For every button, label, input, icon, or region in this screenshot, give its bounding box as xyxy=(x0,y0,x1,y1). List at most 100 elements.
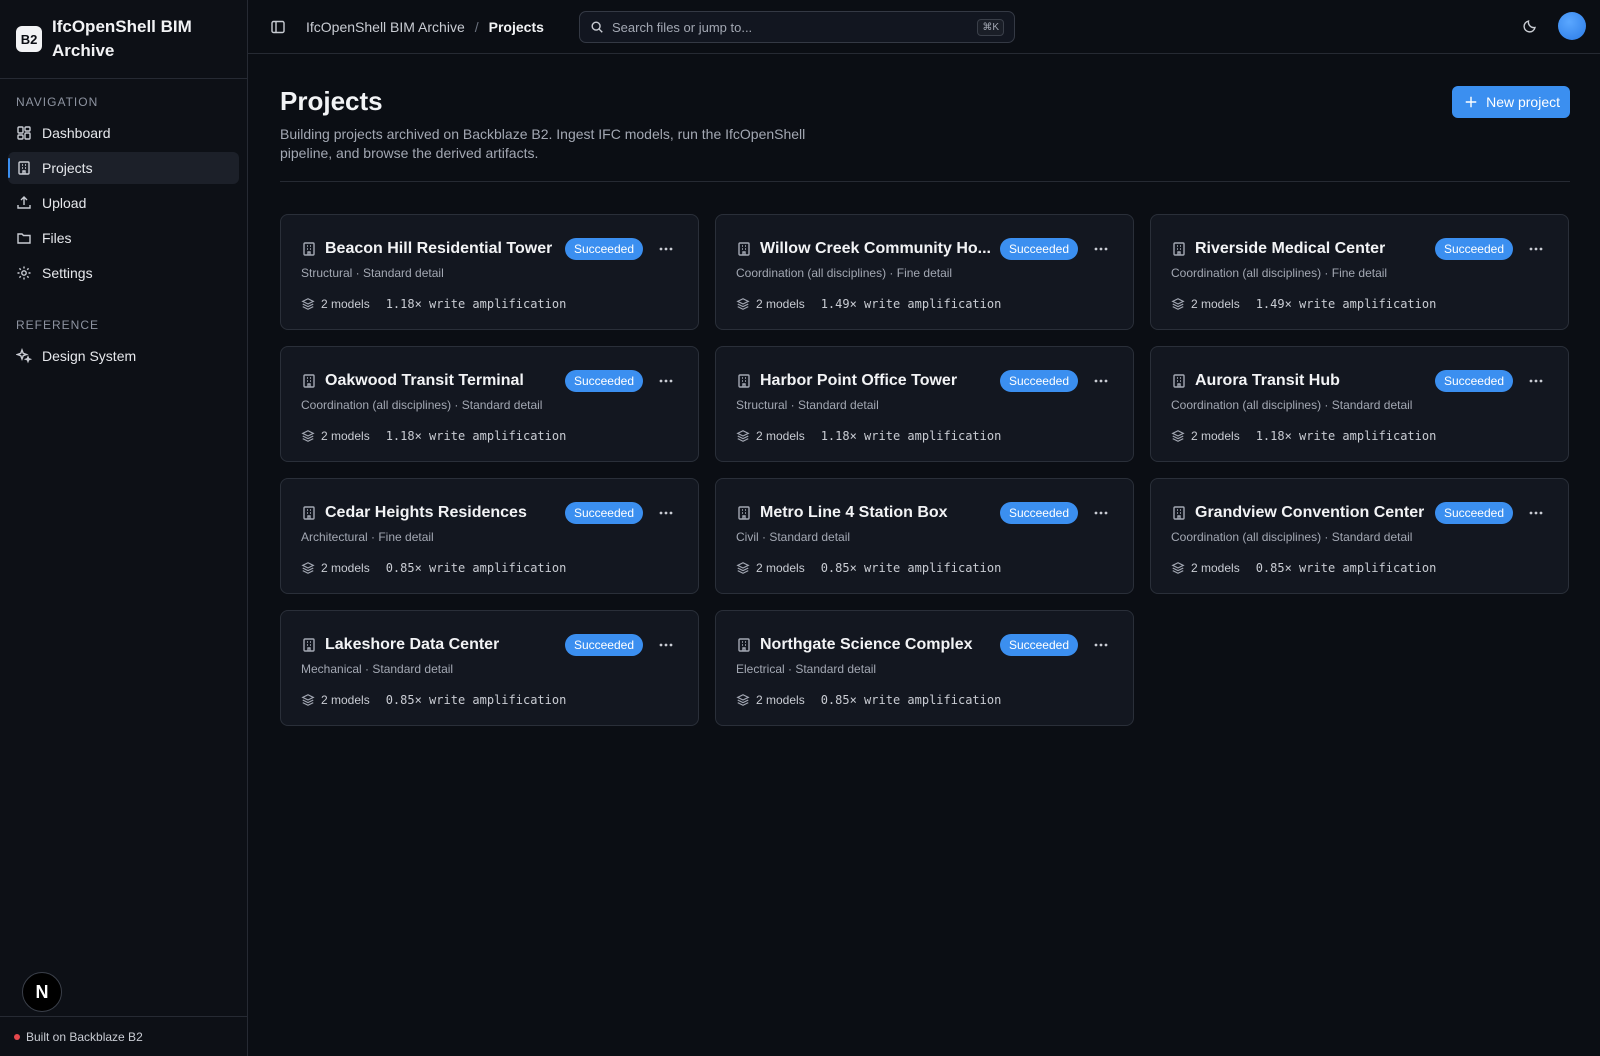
sidebar-item-label: Design System xyxy=(42,348,137,364)
project-name[interactable]: Metro Line 4 Station Box xyxy=(760,504,948,522)
sidebar-toggle-icon[interactable] xyxy=(270,19,286,35)
new-project-button[interactable]: New project xyxy=(1452,86,1570,118)
project-name[interactable]: Oakwood Transit Terminal xyxy=(325,372,524,390)
status-badge: Succeeded xyxy=(999,238,1078,260)
avatar[interactable] xyxy=(1558,12,1586,40)
breadcrumb-root[interactable]: IfcOpenShell BIM Archive xyxy=(306,19,465,35)
model-count: 2 models xyxy=(1191,297,1240,311)
model-count: 2 models xyxy=(1191,561,1240,575)
more-options-icon[interactable] xyxy=(1528,506,1544,520)
write-amplification: 0.85× write amplification xyxy=(385,561,567,575)
write-amplification: 1.49× write amplification xyxy=(1255,297,1437,311)
more-options-icon[interactable] xyxy=(1093,242,1109,256)
sidebar-item-label: Files xyxy=(42,230,72,246)
project-card[interactable]: Riverside Medical Center Succeeded Coord… xyxy=(1150,214,1569,330)
project-name[interactable]: Beacon Hill Residential Tower xyxy=(325,240,552,258)
more-options-icon[interactable] xyxy=(1093,506,1109,520)
status-badge: Succeeded xyxy=(999,502,1078,524)
sidebar-item-label: Settings xyxy=(42,265,93,281)
more-options-icon[interactable] xyxy=(658,374,674,388)
dashboard-icon xyxy=(16,125,32,141)
search-input[interactable] xyxy=(612,19,970,35)
layers-icon xyxy=(736,561,750,575)
layers-icon xyxy=(736,297,750,311)
project-name[interactable]: Harbor Point Office Tower xyxy=(760,372,957,390)
project-subtitle: Coordination (all disciplines) · Fine de… xyxy=(1171,266,1388,280)
model-count: 2 models xyxy=(756,693,805,707)
project-card[interactable]: Oakwood Transit Terminal Succeeded Coord… xyxy=(280,346,699,462)
project-meta: 2 models 1.18× write amplification xyxy=(301,297,678,311)
sidebar-footer: Built on Backblaze B2 xyxy=(0,1016,247,1056)
more-options-icon[interactable] xyxy=(658,506,674,520)
project-meta: 2 models 0.85× write amplification xyxy=(1171,561,1548,575)
sidebar-item-settings[interactable]: Settings xyxy=(8,257,239,289)
project-card[interactable]: Cedar Heights Residences Succeeded Archi… xyxy=(280,478,699,594)
project-name[interactable]: Cedar Heights Residences xyxy=(325,504,527,522)
project-card[interactable]: Harbor Point Office Tower Succeeded Stru… xyxy=(715,346,1134,462)
project-subtitle: Structural · Standard detail xyxy=(736,398,879,412)
more-options-icon[interactable] xyxy=(1528,374,1544,388)
project-meta: 2 models 1.18× write amplification xyxy=(1171,429,1548,443)
building-icon xyxy=(301,505,317,521)
project-meta: 2 models 1.49× write amplification xyxy=(1171,297,1548,311)
more-options-icon[interactable] xyxy=(1528,242,1544,256)
project-name[interactable]: Lakeshore Data Center xyxy=(325,636,499,654)
sidebar-item-design-system[interactable]: Design System xyxy=(8,340,239,372)
project-meta: 2 models 0.85× write amplification xyxy=(736,561,1113,575)
project-meta: 2 models 1.18× write amplification xyxy=(736,429,1113,443)
project-name[interactable]: Aurora Transit Hub xyxy=(1195,372,1340,390)
sidebar-item-upload[interactable]: Upload xyxy=(8,187,239,219)
reference-section: Reference Design System xyxy=(0,292,247,372)
layers-icon xyxy=(301,693,315,707)
model-count: 2 models xyxy=(756,429,805,443)
status-badge: Succeeded xyxy=(999,370,1078,392)
more-options-icon[interactable] xyxy=(658,638,674,652)
write-amplification: 0.85× write amplification xyxy=(820,561,1002,575)
layers-icon xyxy=(1171,429,1185,443)
sidebar-item-files[interactable]: Files xyxy=(8,222,239,254)
project-meta: 2 models 1.49× write amplification xyxy=(736,297,1113,311)
moon-icon[interactable] xyxy=(1522,18,1538,34)
project-name[interactable]: Grandview Convention Center xyxy=(1195,504,1424,522)
project-subtitle: Coordination (all disciplines) · Standar… xyxy=(1171,398,1413,412)
project-card[interactable]: Grandview Convention Center Succeeded Co… xyxy=(1150,478,1569,594)
search-shortcut: ⌘K xyxy=(977,18,1004,36)
project-grid: Beacon Hill Residential Tower Succeeded … xyxy=(280,214,1570,726)
status-badge: Succeeded xyxy=(564,238,643,260)
project-card[interactable]: Willow Creek Community Ho... Succeeded C… xyxy=(715,214,1134,330)
brand[interactable]: B2 IfcOpenShell BIM Archive xyxy=(0,0,247,79)
status-badge: Succeeded xyxy=(1434,370,1513,392)
building-icon xyxy=(736,505,752,521)
model-count: 2 models xyxy=(756,561,805,575)
gear-icon xyxy=(16,265,32,281)
building-icon xyxy=(1171,505,1187,521)
project-subtitle: Architectural · Fine detail xyxy=(301,530,434,544)
project-card[interactable]: Aurora Transit Hub Succeeded Coordinatio… xyxy=(1150,346,1569,462)
project-meta: 2 models 0.85× write amplification xyxy=(301,693,678,707)
search-icon xyxy=(590,20,604,34)
project-name[interactable]: Willow Creek Community Ho... xyxy=(760,240,991,258)
upload-icon xyxy=(16,195,32,211)
page-header: Projects Building projects archived on B… xyxy=(280,54,1570,182)
project-card[interactable]: Beacon Hill Residential Tower Succeeded … xyxy=(280,214,699,330)
more-options-icon[interactable] xyxy=(1093,638,1109,652)
sidebar-item-projects[interactable]: Projects xyxy=(8,152,239,184)
project-subtitle: Structural · Standard detail xyxy=(301,266,444,280)
building-icon xyxy=(301,373,317,389)
project-card[interactable]: Metro Line 4 Station Box Succeeded Civil… xyxy=(715,478,1134,594)
sparkles-icon xyxy=(16,348,32,364)
project-name[interactable]: Northgate Science Complex xyxy=(760,636,973,654)
project-card[interactable]: Northgate Science Complex Succeeded Elec… xyxy=(715,610,1134,726)
project-name[interactable]: Riverside Medical Center xyxy=(1195,240,1385,258)
dev-tools-badge[interactable]: N xyxy=(22,972,62,1012)
layers-icon xyxy=(736,693,750,707)
layers-icon xyxy=(301,429,315,443)
sidebar-item-dashboard[interactable]: Dashboard xyxy=(8,117,239,149)
project-card[interactable]: Lakeshore Data Center Succeeded Mechanic… xyxy=(280,610,699,726)
more-options-icon[interactable] xyxy=(658,242,674,256)
building-icon xyxy=(301,637,317,653)
search-box[interactable]: ⌘K xyxy=(579,11,1015,43)
page-description: Building projects archived on Backblaze … xyxy=(280,126,806,161)
more-options-icon[interactable] xyxy=(1093,374,1109,388)
status-dot xyxy=(14,1033,20,1040)
